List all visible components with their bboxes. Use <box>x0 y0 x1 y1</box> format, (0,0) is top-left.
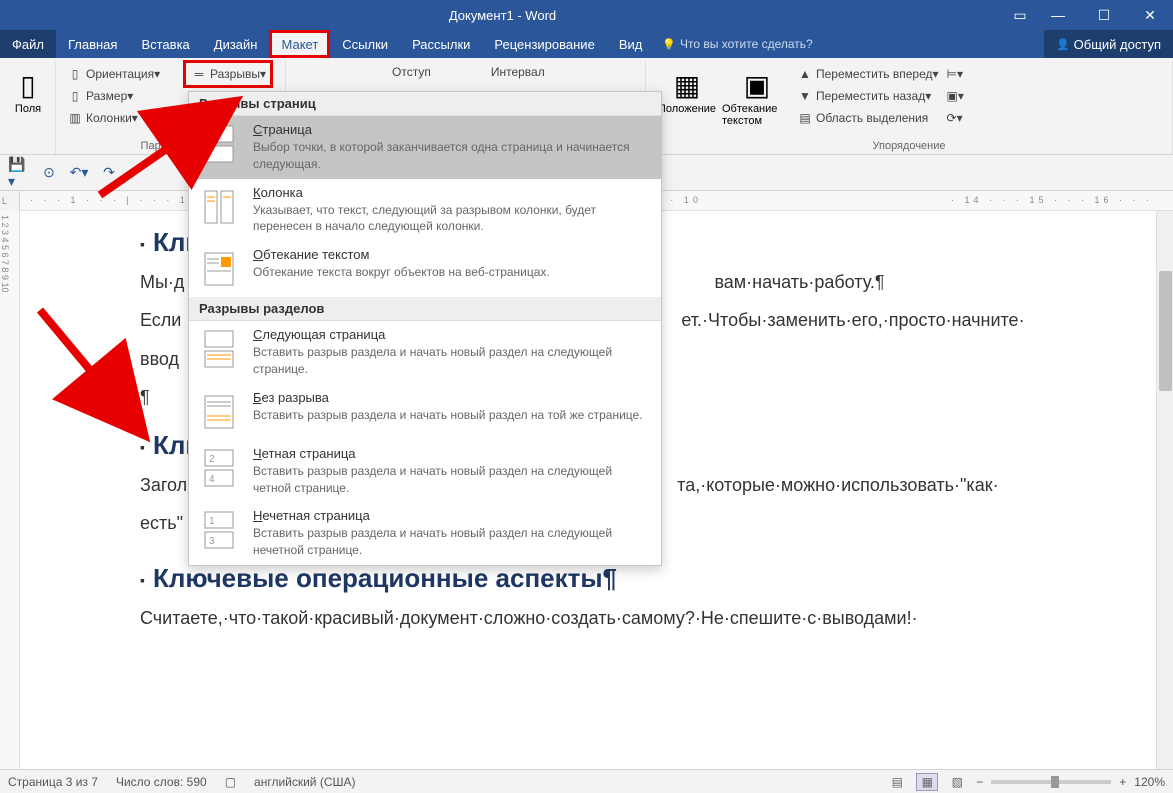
save-button[interactable]: 💾▾ <box>8 162 30 184</box>
interval-label: Интервал <box>491 65 545 79</box>
position-button[interactable]: ▦Положение <box>652 63 722 129</box>
tab-view[interactable]: Вид <box>607 30 655 58</box>
tell-me-search[interactable]: Что вы хотите сделать? <box>662 30 812 58</box>
dropdown-item-text-wrapping[interactable]: Обтекание текстомОбтекание текста вокруг… <box>189 241 661 297</box>
zoom-slider[interactable] <box>991 780 1111 784</box>
dropdown-item-even-page[interactable]: 24 Четная страницаВставить разрыв раздел… <box>189 440 661 503</box>
arrange-group-label: Упорядочение <box>646 140 1172 152</box>
zoom-in-button[interactable]: + <box>1119 775 1126 789</box>
svg-text:1: 1 <box>209 516 215 527</box>
breaks-button[interactable]: ═Разрывы ▾ <box>186 63 270 85</box>
odd-page-break-icon: 13 <box>199 508 239 552</box>
scrollbar-thumb[interactable] <box>1159 271 1172 391</box>
document-title: Документ1 - Word <box>0 8 1005 23</box>
qat-accessibility-button[interactable]: ⊙ <box>38 162 60 184</box>
breaks-icon: ═ <box>190 67 208 81</box>
vertical-ruler[interactable]: 1 2 3 4 5 6 7 8 9 10 <box>0 211 20 774</box>
continuous-break-icon <box>199 390 239 434</box>
zoom-level[interactable]: 120% <box>1134 775 1165 789</box>
tab-mailings[interactable]: Рассылки <box>400 30 482 58</box>
svg-text:2: 2 <box>209 454 215 465</box>
close-icon[interactable]: ✕ <box>1127 0 1173 30</box>
tab-file[interactable]: Файл <box>0 30 56 58</box>
dropdown-item-next-page[interactable]: Следующая страницаВставить разрыв раздел… <box>189 321 661 384</box>
annotation-arrow-1 <box>80 85 260 210</box>
orientation-icon: ▯ <box>66 67 84 81</box>
annotation-arrow-2 <box>30 290 170 455</box>
bring-forward-button[interactable]: ▲Переместить вперед ▾ <box>792 63 943 85</box>
selection-icon: ▤ <box>796 111 814 125</box>
status-bar: Страница 3 из 7 Число слов: 590 ▢ англий… <box>0 769 1173 793</box>
wrap-icon: ▣ <box>744 67 770 103</box>
ribbon-tabs: Файл Главная Вставка Дизайн Макет Ссылки… <box>0 30 1173 58</box>
text-wrap-break-icon <box>199 247 239 291</box>
group-button[interactable]: ▣▾ <box>943 85 967 107</box>
wrap-text-button[interactable]: ▣Обтекание текстом <box>722 63 792 129</box>
tab-review[interactable]: Рецензирование <box>482 30 606 58</box>
language-status[interactable]: английский (США) <box>254 775 355 789</box>
tab-insert[interactable]: Вставка <box>129 30 201 58</box>
backward-icon: ▼ <box>796 89 814 103</box>
tab-home[interactable]: Главная <box>56 30 129 58</box>
indent-label: Отступ <box>392 65 431 79</box>
proofing-icon[interactable]: ▢ <box>225 775 236 789</box>
print-layout-button[interactable]: ▦ <box>916 773 938 791</box>
titlebar: Документ1 - Word ▭ — ☐ ✕ <box>0 0 1173 30</box>
selection-pane-button[interactable]: ▤Область выделения <box>792 107 943 129</box>
maximize-icon[interactable]: ☐ <box>1081 0 1127 30</box>
ribbon-display-options-icon[interactable]: ▭ <box>1005 0 1035 30</box>
rotate-button[interactable]: ⟳▾ <box>943 107 967 129</box>
svg-text:4: 4 <box>209 474 215 485</box>
even-page-break-icon: 24 <box>199 446 239 490</box>
position-icon: ▦ <box>674 67 700 103</box>
tab-layout[interactable]: Макет <box>269 30 330 58</box>
zoom-out-button[interactable]: − <box>976 775 983 789</box>
ruler-corner: L <box>0 194 9 208</box>
dropdown-item-continuous[interactable]: Без разрываВставить разрыв раздела и нач… <box>189 384 661 440</box>
read-mode-button[interactable]: ▤ <box>886 773 908 791</box>
next-page-break-icon <box>199 327 239 371</box>
page-number-status[interactable]: Страница 3 из 7 <box>8 775 98 789</box>
send-backward-button[interactable]: ▼Переместить назад ▾ <box>792 85 943 107</box>
word-count-status[interactable]: Число слов: 590 <box>116 775 207 789</box>
margins-button[interactable]: ▯ Поля <box>6 63 50 115</box>
align-button[interactable]: ⊨▾ <box>943 63 967 85</box>
tab-design[interactable]: Дизайн <box>202 30 270 58</box>
svg-text:3: 3 <box>209 536 215 547</box>
margins-label: Поля <box>15 103 41 115</box>
forward-icon: ▲ <box>796 67 814 81</box>
margins-icon: ▯ <box>20 67 35 103</box>
minimize-icon[interactable]: — <box>1035 0 1081 30</box>
share-button[interactable]: Общий доступ <box>1044 30 1173 58</box>
dropdown-section-section-breaks: Разрывы разделов <box>189 297 661 321</box>
web-layout-button[interactable]: ▧ <box>946 773 968 791</box>
dropdown-item-odd-page[interactable]: 13 Нечетная страницаВставить разрыв разд… <box>189 502 661 565</box>
vertical-scrollbar[interactable] <box>1156 211 1173 774</box>
tab-references[interactable]: Ссылки <box>330 30 400 58</box>
